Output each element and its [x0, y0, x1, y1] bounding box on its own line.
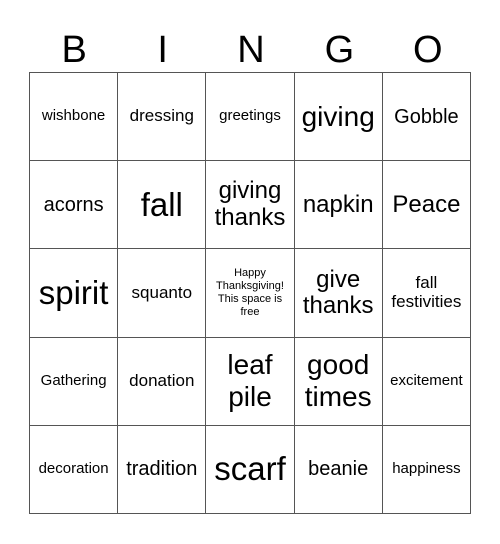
bingo-cell[interactable]: leaf pile	[206, 337, 295, 426]
bingo-header: B I N G O	[30, 28, 472, 72]
header-letter-n: N	[237, 29, 265, 71]
bingo-cell[interactable]: dressing	[118, 73, 207, 162]
free-space-cell[interactable]: Happy Thanksgiving! This space is free	[206, 249, 295, 338]
header-letter-i: I	[157, 29, 168, 71]
bingo-cell[interactable]: squanto	[118, 249, 207, 338]
bingo-cell[interactable]: acorns	[30, 161, 119, 250]
bingo-cell[interactable]: give thanks	[294, 249, 383, 338]
bingo-cell[interactable]: donation	[118, 337, 207, 426]
bingo-cell[interactable]: Peace	[382, 161, 471, 250]
bingo-cell[interactable]: wishbone	[30, 73, 119, 162]
header-letter-b: B	[61, 29, 87, 71]
bingo-cell[interactable]: greetings	[206, 73, 295, 162]
bingo-cell[interactable]: napkin	[294, 161, 383, 250]
bingo-cell[interactable]: fall	[118, 161, 207, 250]
bingo-cell[interactable]: spirit	[30, 249, 119, 338]
bingo-cell[interactable]: giving	[294, 73, 383, 162]
bingo-cell[interactable]: Gobble	[382, 73, 471, 162]
bingo-cell[interactable]: good times	[294, 337, 383, 426]
bingo-cell[interactable]: happiness	[382, 425, 471, 514]
bingo-cell[interactable]: excitement	[382, 337, 471, 426]
bingo-cell[interactable]: scarf	[206, 425, 295, 514]
bingo-cell[interactable]: tradition	[118, 425, 207, 514]
bingo-card-grid: wishbone dressing greetings giving Gobble aco…	[29, 72, 471, 514]
bingo-cell[interactable]: fall festivities	[382, 249, 471, 338]
bingo-cell[interactable]: giving thanks	[206, 161, 295, 250]
bingo-cell[interactable]: beanie	[294, 425, 383, 514]
bingo-cell[interactable]: Gathering	[30, 337, 119, 426]
header-letter-o: O	[413, 29, 443, 71]
header-letter-g: G	[324, 29, 355, 71]
bingo-cell[interactable]: decoration	[30, 425, 119, 514]
